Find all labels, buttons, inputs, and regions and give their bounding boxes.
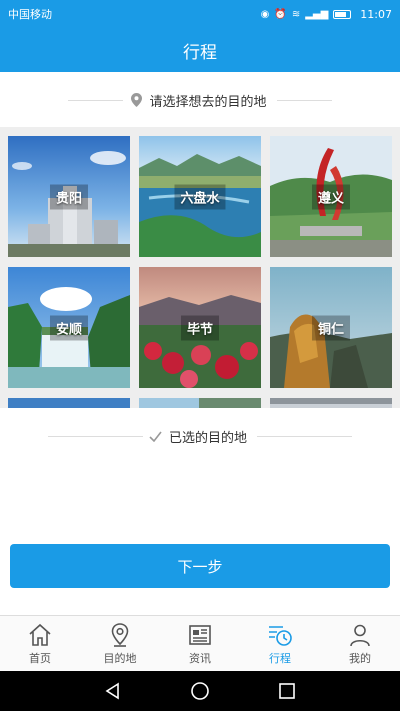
wifi-icon: ≋ [291,8,301,20]
destination-name: 铜仁 [311,315,351,340]
destination-photo [139,398,261,408]
destination-photo [8,398,130,408]
tab-label: 首页 [29,651,51,665]
back-icon[interactable] [104,682,122,700]
carrier-name: 中国移动 [8,8,52,21]
divider-right [276,99,332,101]
destination-name: 贵阳 [49,184,89,209]
location-icon [111,622,129,647]
alarm-icon: ⏰ [274,8,287,20]
home-icon [29,623,51,646]
tab-label: 我的 [349,651,371,665]
recents-icon[interactable] [278,682,296,700]
news-icon [189,624,211,645]
destination-tile[interactable] [8,398,130,408]
selected-destinations-header: 已选的目的地 [0,426,400,446]
itinerary-icon [269,625,292,646]
status-bar: 中国移动 ◉ ⏰ ≋ ▂▄▆ 11:07 [0,0,400,28]
signal-icon: ▂▄▆ [305,8,329,20]
next-step-button[interactable]: 下一步 [10,544,390,588]
home-circle-icon[interactable] [190,681,210,701]
select-prompt-text: 请选择想去的目的地 [149,94,267,110]
checkmark-icon [149,429,163,443]
tab-itinerary[interactable]: 行程 [240,616,320,671]
divider-right [257,435,352,437]
divider-left [47,435,143,437]
tab-label: 资讯 [189,651,211,665]
destination-tile[interactable]: 六盘水 [139,136,261,257]
select-destination-header: 请选择想去的目的地 [0,90,400,110]
destination-photo [270,398,392,408]
destination-name: 遵义 [311,184,351,209]
destination-tile[interactable]: 铜仁 [270,267,392,388]
nfc-icon: ◉ [260,8,270,20]
divider-left [68,99,124,101]
system-nav-bar [0,671,400,711]
tab-label: 行程 [269,651,291,665]
bottom-tab-bar: 首页 目的地 资讯 行程 我的 [0,615,400,671]
destination-tile[interactable]: 贵阳 [8,136,130,257]
destination-tile[interactable]: 毕节 [139,267,261,388]
status-icons: ◉ ⏰ ≋ ▂▄▆ 11:07 [261,8,392,21]
tab-profile[interactable]: 我的 [320,616,400,671]
destination-name: 六盘水 [174,184,226,209]
battery-icon [333,9,352,19]
tab-news[interactable]: 资讯 [160,616,240,671]
tab-label: 目的地 [103,651,137,665]
selected-destinations-list [0,450,400,536]
status-time: 11:07 [360,7,392,21]
destination-grid[interactable]: 贵阳 六盘水 遵义 安顺 毕节 铜仁 [0,127,400,408]
destination-tile[interactable]: 遵义 [270,136,392,257]
destination-name: 毕节 [180,315,220,340]
destination-name: 安顺 [49,315,89,340]
tab-home[interactable]: 首页 [0,616,80,671]
tab-destinations[interactable]: 目的地 [80,616,160,671]
location-pin-icon [129,93,143,107]
profile-icon [350,624,370,646]
destination-tile[interactable]: 安顺 [8,267,130,388]
title-bar: 行程 [0,28,400,72]
selected-header-text: 已选的目的地 [168,430,247,446]
destination-tile[interactable] [139,398,261,408]
page-title: 行程 [183,42,217,63]
destination-tile[interactable] [270,398,392,408]
